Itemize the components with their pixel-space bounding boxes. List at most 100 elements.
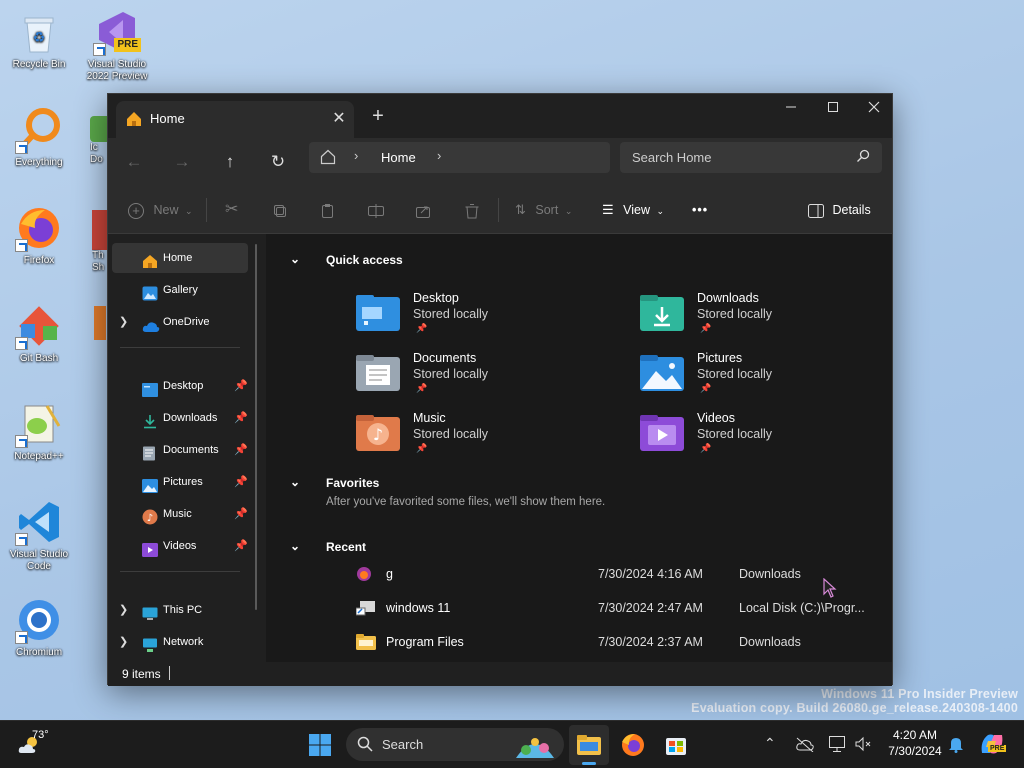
nav-item-pictures[interactable]: Pictures 📌 [112,467,248,497]
app-icon [92,210,108,250]
firefox-icon [15,204,63,252]
chevron-up-icon[interactable]: ⌃ [764,735,776,752]
videos-folder-icon [640,415,684,451]
quick-access-item-pictures[interactable]: Pictures Stored locally 📌 [640,349,900,401]
search-icon [856,149,870,168]
quick-access-item-videos[interactable]: Videos Stored locally 📌 [640,409,900,461]
refresh-icon[interactable]: ↻ [262,146,294,178]
address-bar[interactable]: › Home › [309,142,610,173]
desktop-icon-partial[interactable] [94,306,108,340]
view-button[interactable]: ☰ View ⌄ [602,196,664,224]
search-box[interactable]: Search Home [620,142,882,173]
rename-icon[interactable] [367,196,385,224]
desktop-icon-firefox[interactable]: Firefox [0,204,78,267]
taskbar-file-explorer[interactable] [569,725,609,765]
shortcut-arrow-icon [15,435,28,448]
clock[interactable]: 4:20 AM 7/30/2024 [880,727,950,759]
desktop-icon-recycle-bin[interactable]: ♻ Recycle Bin [0,8,78,71]
pin-icon[interactable]: 📌 [234,499,248,529]
divider [206,198,207,222]
notepad-plus-plus-icon [15,400,63,448]
new-button[interactable]: + New ⌄ [128,196,193,224]
tab-close-icon[interactable]: ✕ [327,107,351,131]
pin-icon[interactable]: 📌 [234,371,248,401]
back-arrow-icon[interactable]: ← [118,146,150,178]
nav-item-gallery[interactable]: Gallery [112,275,248,305]
desktop-icon-everything[interactable]: Everything [0,106,78,169]
desktop-icon-visual-studio[interactable]: PRE Visual Studio 2022 Preview [78,8,156,83]
volume-muted-icon[interactable] [854,735,872,758]
recent-row[interactable]: g 7/30/2024 4:16 AM Downloads [356,562,876,586]
nav-item-onedrive[interactable]: ❯ OneDrive [112,307,248,337]
notification-bell-icon[interactable] [947,735,965,758]
chevron-right-icon: › [354,148,359,163]
taskbar-microsoft-store[interactable] [656,725,696,765]
more-options-button[interactable]: ••• [692,196,708,224]
desktop-icon-notepad-plus-plus[interactable]: Notepad++ [0,400,78,463]
nav-item-network[interactable]: ❯ Network [112,627,248,657]
delete-icon[interactable] [464,196,480,224]
new-tab-plus-icon[interactable]: + [366,105,390,129]
divider [120,571,240,572]
recent-row[interactable]: windows 11 7/30/2024 2:47 AM Local Disk … [355,596,876,620]
pin-icon[interactable]: 📌 [234,435,248,465]
chevron-down-icon[interactable]: ⌄ [290,252,300,266]
nav-item-desktop[interactable]: Desktop 📌 [112,371,248,401]
taskbar: 73° Search ⌃ 4:20 AM 7/30/2024 PRE [0,720,1024,768]
nav-scrollbar[interactable] [255,244,257,610]
nav-item-downloads[interactable]: Downloads 📌 [112,403,248,433]
weather-temp: 73° [32,729,49,741]
copy-icon[interactable] [272,196,288,224]
chevron-right-icon[interactable]: ❯ [119,595,128,625]
chevron-down-icon[interactable]: ⌄ [290,475,300,489]
taskbar-firefox[interactable] [613,725,653,765]
divider [498,198,499,222]
desktop-icon-vscode[interactable]: Visual Studio Code [0,498,78,573]
details-button[interactable]: Details [808,196,871,224]
chevron-right-icon[interactable]: ❯ [119,627,128,657]
quick-access-item-music[interactable]: ♪ Music Stored locally 📌 [356,409,616,461]
close-icon[interactable] [853,94,895,120]
onedrive-offline-icon[interactable] [795,736,815,757]
pin-icon: 📌 [416,323,428,333]
chevron-right-icon[interactable]: ❯ [119,307,128,337]
title-bar: Home ✕ + [108,94,892,138]
paste-icon[interactable] [319,196,335,224]
desktop-icon-git-bash[interactable]: Git Bash [0,302,78,365]
start-button[interactable] [300,725,340,765]
nav-item-this-pc[interactable]: ❯ This PC [112,595,248,625]
nav-item-videos[interactable]: Videos 📌 [112,531,248,561]
tab-home[interactable]: Home ✕ [116,101,354,138]
up-arrow-icon[interactable]: ↑ [214,146,246,178]
nav-item-music[interactable]: ♪ Music 📌 [112,499,248,529]
weather-widget[interactable]: 73° [14,725,74,765]
share-icon[interactable] [415,196,431,224]
breadcrumb-home[interactable]: Home [381,150,416,165]
quick-access-item-desktop[interactable]: Desktop Stored locally 📌 [356,289,616,341]
quick-access-item-documents[interactable]: Documents Stored locally 📌 [356,349,616,401]
pin-icon[interactable]: 📌 [234,467,248,497]
nav-item-home[interactable]: Home [112,243,248,273]
quick-access-item-downloads[interactable]: Downloads Stored locally 📌 [640,289,900,341]
search-input[interactable]: Search Home [632,150,711,165]
network-icon[interactable] [828,735,846,758]
minimize-icon[interactable] [770,94,812,120]
store-icon [666,738,686,755]
chevron-down-icon[interactable]: ⌄ [290,539,300,553]
pin-icon[interactable]: 📌 [234,531,248,561]
svg-text:♻: ♻ [33,30,46,46]
forward-arrow-icon[interactable]: → [166,146,198,178]
cut-icon[interactable]: ✂ [225,196,238,224]
pin-icon[interactable]: 📌 [234,403,248,433]
app-icon [90,116,108,142]
favorites-empty-text: After you've favorited some files, we'll… [326,496,606,508]
chevron-right-icon[interactable]: › [437,148,441,163]
sort-button[interactable]: ⇅ Sort ⌄ [515,196,572,224]
pictures-folder-icon [640,355,684,391]
recent-row[interactable]: Program Files 7/30/2024 2:37 AM Download… [356,630,876,654]
taskbar-search[interactable]: Search [346,728,564,761]
maximize-icon[interactable] [812,94,854,120]
copilot-icon[interactable]: PRE [978,731,1007,762]
nav-item-documents[interactable]: Documents 📌 [112,435,248,465]
desktop-icon-chromium[interactable]: Chromium [0,596,78,659]
